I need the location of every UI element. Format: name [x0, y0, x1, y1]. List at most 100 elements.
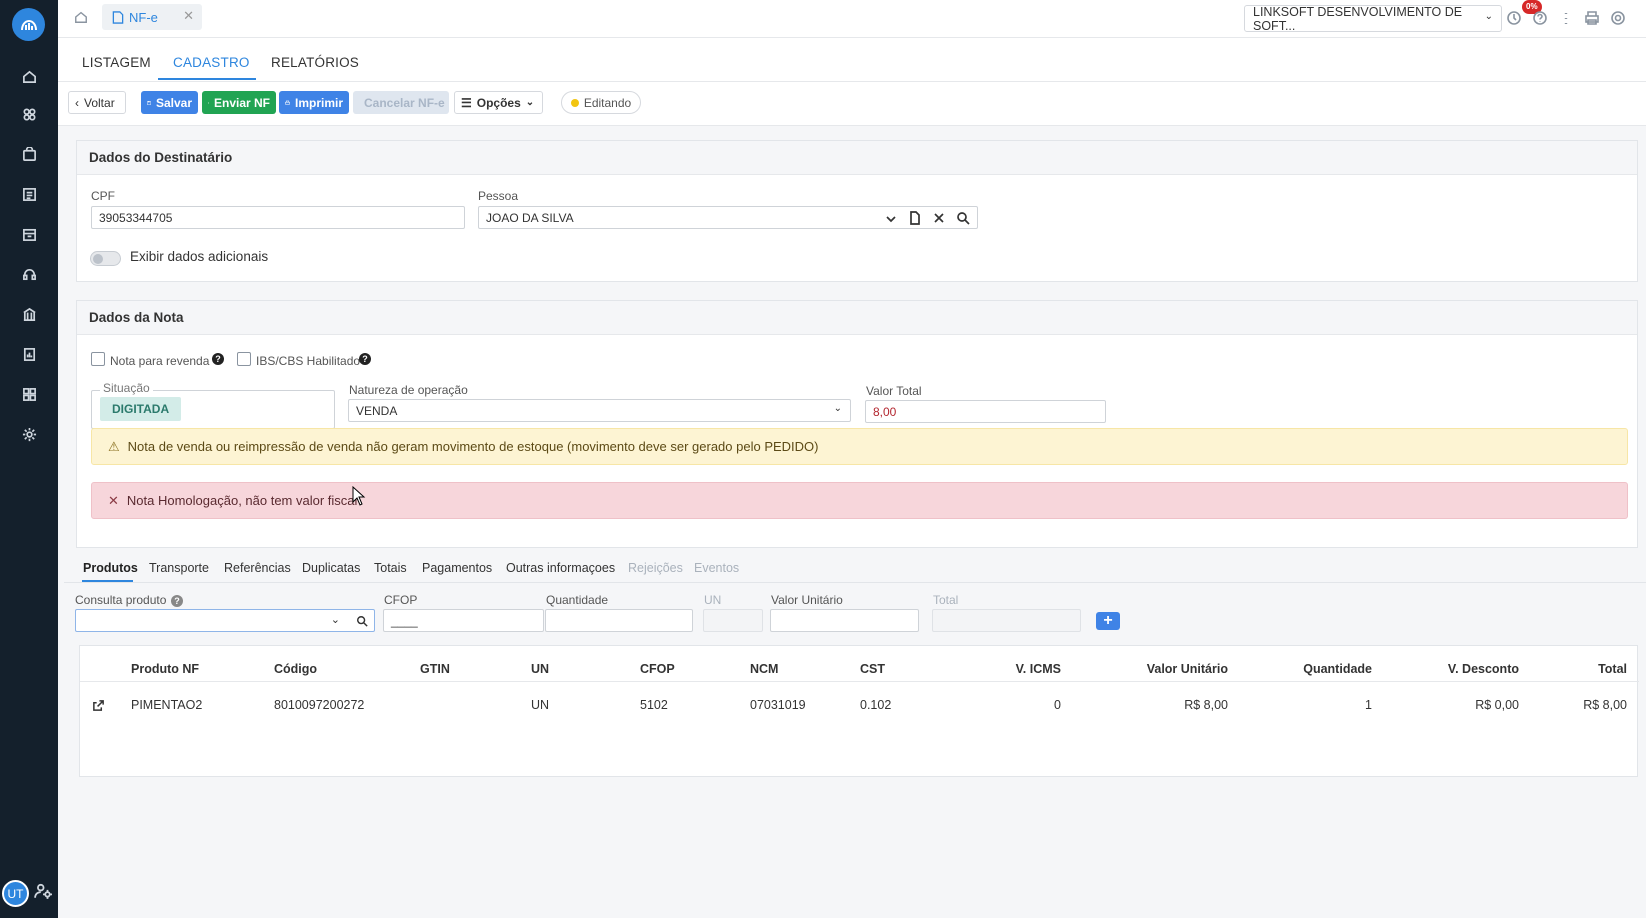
cell-cfop: 5102: [640, 698, 668, 712]
tab-totais[interactable]: Totais: [374, 561, 407, 575]
additional-data-toggle[interactable]: [90, 251, 121, 266]
revenda-checkbox[interactable]: [91, 352, 105, 366]
toggle-label: Exibir dados adicionais: [130, 249, 269, 264]
gear-icon[interactable]: [1610, 10, 1626, 26]
tab-referencias[interactable]: Referências: [224, 561, 291, 575]
add-product-button[interactable]: +: [1096, 612, 1120, 630]
send-nf-button[interactable]: Enviar NF: [202, 91, 276, 114]
valor-total-field[interactable]: 8,00: [865, 400, 1106, 423]
chevron-down-icon[interactable]: ⌄: [331, 613, 340, 626]
chevron-down-icon: ⌄: [525, 97, 535, 108]
close-icon[interactable]: ✕: [183, 8, 194, 24]
cancel-nfe-button[interactable]: Cancelar NF-e: [353, 91, 449, 114]
destinatario-title: Dados do Destinatário: [77, 141, 1637, 175]
cell-total: R$ 8,00: [1583, 698, 1627, 712]
chevron-down-icon: ⌄: [1484, 11, 1493, 22]
printer-icon[interactable]: [1584, 10, 1600, 26]
tab-cadastro[interactable]: CADASTRO: [173, 55, 250, 70]
tab-nfe[interactable]: NF-e ✕: [102, 4, 202, 30]
search-icon[interactable]: [356, 615, 368, 627]
search-icon[interactable]: [956, 211, 970, 225]
bank-icon[interactable]: [10, 300, 48, 328]
tab-rejeicoes: Rejeições: [628, 561, 683, 575]
nota-title: Dados da Nota: [77, 301, 1637, 335]
consulta-produto-input[interactable]: ⌄: [75, 609, 375, 632]
valor-unitario-input[interactable]: [770, 609, 919, 632]
cell-v-desconto: R$ 0,00: [1475, 698, 1519, 712]
avatar[interactable]: UT: [2, 880, 29, 907]
company-select[interactable]: LINKSOFT DESENVOLVIMENTO DE SOFT... ⌄: [1244, 5, 1502, 33]
column-header: Total: [1598, 662, 1627, 676]
modules-icon[interactable]: [10, 100, 48, 128]
menu-icon: ☰: [461, 95, 472, 110]
tab-relatorios[interactable]: RELATÓRIOS: [271, 55, 359, 70]
main-tabs: LISTAGEM CADASTRO RELATÓRIOS: [58, 38, 1646, 82]
column-header: Valor Unitário: [1146, 662, 1228, 676]
tab-outras-informacoes[interactable]: Outras informaçoes: [506, 561, 615, 575]
pessoa-select[interactable]: JOAO DA SILVA: [478, 206, 978, 229]
natureza-label: Natureza de operação: [349, 383, 468, 397]
toolbar: ‹ Voltar Salvar Enviar NF Imprimir Cance…: [58, 82, 1646, 126]
pessoa-label: Pessoa: [478, 189, 519, 203]
quantidade-input[interactable]: [545, 609, 693, 632]
mouse-cursor-icon: [352, 486, 366, 506]
dashboard-icon[interactable]: [10, 380, 48, 408]
clear-icon[interactable]: [932, 211, 946, 225]
ibs-cbs-checkbox[interactable]: [237, 352, 251, 366]
support-icon[interactable]: [10, 260, 48, 288]
consulta-produto-label: Consulta produto: [75, 593, 167, 607]
tab-produtos[interactable]: Produtos: [83, 561, 138, 575]
tab-listagem[interactable]: LISTAGEM: [82, 55, 151, 70]
report-icon[interactable]: [10, 340, 48, 368]
printer-icon: [285, 100, 290, 105]
natureza-value: VENDA: [356, 403, 398, 418]
more-vertical-icon[interactable]: [1558, 10, 1574, 26]
back-button[interactable]: ‹ Voltar: [68, 91, 126, 114]
help-icon[interactable]: [1532, 10, 1548, 26]
options-dropdown[interactable]: ☰ Opções ⌄: [454, 91, 543, 114]
cfop-label: CFOP: [384, 593, 418, 607]
settings-icon[interactable]: [10, 420, 48, 448]
warning-icon: ⚠: [108, 438, 120, 454]
cpf-field[interactable]: 39053344705: [91, 206, 465, 229]
shopping-bag-icon[interactable]: [10, 140, 48, 168]
help-icon[interactable]: ?: [212, 353, 224, 365]
column-header: Produto NF: [131, 662, 200, 676]
app-logo-icon[interactable]: [12, 8, 45, 41]
user-settings-icon[interactable]: [34, 882, 54, 902]
column-header: CST: [860, 662, 885, 676]
column-header: Quantidade: [1303, 662, 1372, 676]
column-header: V. Desconto: [1447, 662, 1519, 676]
cell-codigo: 8010097200272: [274, 698, 365, 712]
status-badge: Editando: [561, 91, 641, 114]
help-icon[interactable]: ?: [359, 353, 371, 365]
status-dot-icon: [570, 98, 579, 107]
document-list-icon[interactable]: [10, 180, 48, 208]
natureza-select[interactable]: VENDA ⌄: [348, 399, 851, 422]
quantidade-label: Quantidade: [546, 593, 609, 607]
tab-transporte[interactable]: Transporte: [149, 561, 209, 575]
save-button[interactable]: Salvar: [141, 91, 198, 114]
document-icon[interactable]: [908, 211, 922, 225]
cell-cst: 0.102: [860, 698, 892, 712]
valor-total-label: Valor Total: [866, 384, 922, 398]
ibs-cbs-label: IBS/CBS Habilitado: [256, 354, 361, 368]
home-icon[interactable]: [10, 62, 48, 90]
external-link-icon[interactable]: [92, 699, 105, 712]
help-icon[interactable]: ?: [171, 595, 183, 607]
notifications-icon[interactable]: [1506, 10, 1522, 26]
tab-duplicatas[interactable]: Duplicatas: [302, 561, 360, 575]
chevron-down-icon[interactable]: [884, 212, 898, 226]
cell-produto: PIMENTAO2: [131, 698, 203, 712]
print-button[interactable]: Imprimir: [279, 91, 349, 114]
archive-icon[interactable]: [10, 220, 48, 248]
tab-pagamentos[interactable]: Pagamentos: [422, 561, 492, 575]
error-text: Nota Homologação, não tem valor fiscal: [126, 493, 358, 508]
cfop-input[interactable]: ____: [383, 609, 544, 632]
cell-quantidade: 1: [1365, 698, 1372, 712]
products-table: Produto NF Código GTIN UN CFOP NCM CST V…: [79, 645, 1639, 777]
column-header: CFOP: [640, 662, 675, 676]
home-tab-icon[interactable]: [74, 10, 90, 26]
total-input: [932, 609, 1081, 632]
column-header: NCM: [750, 662, 779, 676]
